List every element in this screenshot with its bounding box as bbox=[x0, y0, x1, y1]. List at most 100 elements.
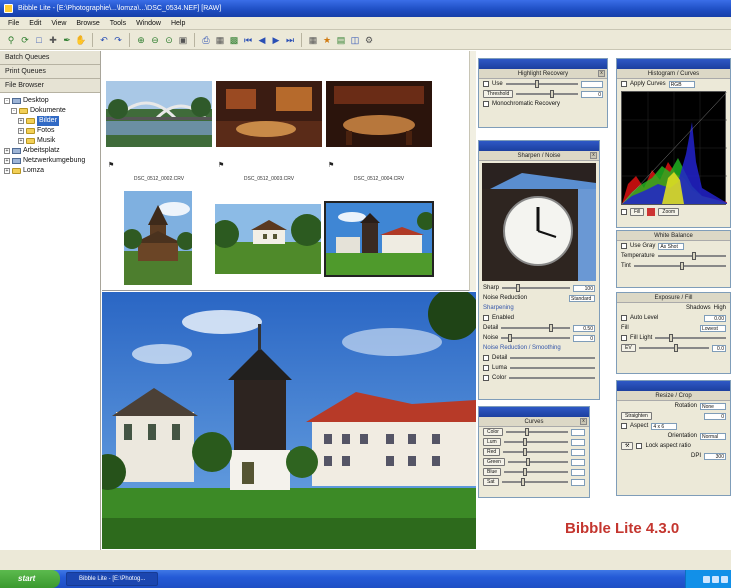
expander[interactable]: + bbox=[4, 158, 10, 164]
taskbar-item-bibble[interactable]: Bibble Lite - [E:\Photog... bbox=[66, 572, 158, 586]
menu-help[interactable]: Help bbox=[171, 20, 185, 27]
zoom-in-icon[interactable]: ⊕ bbox=[135, 34, 147, 46]
histogram-chart[interactable] bbox=[621, 91, 728, 205]
main-image-view[interactable] bbox=[102, 292, 476, 549]
preview-image[interactable] bbox=[482, 163, 596, 281]
nr-luma-slider[interactable] bbox=[510, 367, 595, 369]
nr-detail-slider[interactable] bbox=[510, 357, 595, 359]
slider-knob[interactable] bbox=[525, 458, 530, 466]
batch-icon[interactable]: ▦ bbox=[214, 34, 226, 46]
close-icon[interactable]: x bbox=[598, 70, 605, 77]
thumbnail-selected[interactable] bbox=[324, 201, 434, 277]
menu-edit[interactable]: Edit bbox=[29, 20, 41, 27]
auto-level-field[interactable]: 0.00 bbox=[704, 314, 726, 322]
view-icon[interactable]: ▤ bbox=[335, 34, 347, 46]
menu-tools[interactable]: Tools bbox=[110, 20, 126, 27]
thumbnail-manor-house[interactable] bbox=[215, 204, 321, 274]
histogram-mode-select[interactable]: RGB bbox=[668, 80, 695, 88]
ev-field[interactable]: 0.0 bbox=[712, 344, 726, 352]
slider-knob[interactable] bbox=[523, 438, 527, 446]
tab-print-queues[interactable]: Print Queues bbox=[0, 65, 100, 79]
hr-use-checkbox[interactable] bbox=[483, 81, 489, 87]
panel-drag-bar[interactable] bbox=[617, 59, 730, 69]
nr-color-slider[interactable] bbox=[509, 377, 595, 379]
red-channel-icon[interactable] bbox=[647, 208, 656, 216]
wb-tint-slider[interactable] bbox=[633, 262, 726, 270]
tree-item-music[interactable]: + Musik bbox=[4, 136, 96, 146]
panel-drag-bar[interactable] bbox=[479, 59, 607, 69]
rotate-icon[interactable]: ⟳ bbox=[19, 34, 31, 46]
curves-channel-button[interactable]: Sat bbox=[483, 478, 499, 486]
curves-slider[interactable] bbox=[503, 448, 568, 456]
zoom-button[interactable]: Zoom bbox=[658, 208, 680, 216]
eyedropper-icon[interactable]: ✒ bbox=[61, 34, 73, 46]
fill-light-checkbox[interactable] bbox=[621, 335, 627, 341]
tray-icon[interactable] bbox=[712, 575, 719, 583]
tree-item-pictures[interactable]: + Bilder bbox=[4, 116, 96, 126]
curves-slider[interactable] bbox=[505, 428, 568, 436]
zoom-fit-icon[interactable]: ⊙ bbox=[163, 34, 175, 46]
panel-drag-bar[interactable] bbox=[479, 407, 589, 417]
expander[interactable]: + bbox=[4, 168, 10, 174]
curves-field[interactable] bbox=[571, 468, 585, 476]
aspect-select[interactable]: 4 x 6 bbox=[651, 422, 678, 430]
grid-icon[interactable]: ▦ bbox=[307, 34, 319, 46]
tree-item-documents[interactable]: - Dokumente bbox=[4, 106, 96, 116]
prev-icon[interactable]: ◀ bbox=[256, 34, 268, 46]
settings-icon[interactable]: ⚙ bbox=[363, 34, 375, 46]
curves-channel-button[interactable]: Red bbox=[483, 448, 501, 456]
slider-knob[interactable] bbox=[669, 334, 674, 342]
save-icon[interactable]: ▩ bbox=[228, 34, 240, 46]
slider-knob[interactable] bbox=[515, 284, 520, 292]
curves-slider[interactable] bbox=[504, 468, 568, 476]
tab-file-browser[interactable]: File Browser bbox=[0, 79, 100, 93]
curves-field[interactable] bbox=[571, 458, 585, 466]
curves-field[interactable] bbox=[571, 478, 585, 486]
nr-mode-select[interactable]: Standard bbox=[569, 294, 595, 302]
curves-channel-button[interactable]: Lum bbox=[483, 438, 501, 446]
last-icon[interactable]: ⏭ bbox=[284, 34, 296, 46]
nr-detail-checkbox[interactable] bbox=[483, 355, 489, 361]
hr-threshold-button[interactable]: Threshold bbox=[483, 90, 514, 98]
detail-slider[interactable] bbox=[501, 324, 570, 332]
wb-temp-slider[interactable] bbox=[657, 252, 726, 260]
ev-button[interactable]: EV bbox=[621, 344, 636, 352]
crop-icon[interactable]: □ bbox=[33, 34, 45, 46]
select-icon[interactable]: ✚ bbox=[47, 34, 59, 46]
start-button[interactable]: start bbox=[0, 570, 60, 588]
thumbnail-interior-2[interactable] bbox=[326, 81, 432, 147]
slider-knob[interactable] bbox=[524, 428, 529, 436]
straighten-field[interactable]: 0 bbox=[704, 412, 726, 420]
dpi-field[interactable]: 300 bbox=[704, 452, 726, 460]
tree-item-my-computer[interactable]: + Arbeitsplatz bbox=[4, 146, 96, 156]
thumbnail-scrollbar[interactable] bbox=[469, 51, 476, 291]
flag-icon[interactable]: ⚑ bbox=[328, 161, 334, 169]
undo-icon[interactable]: ↶ bbox=[98, 34, 110, 46]
sharp-slider[interactable] bbox=[502, 284, 570, 292]
slider-knob[interactable] bbox=[534, 80, 539, 88]
curves-slider[interactable] bbox=[507, 458, 568, 466]
wb-preset-select[interactable]: As Shot bbox=[658, 242, 685, 250]
hr-threshold-field[interactable]: 0 bbox=[581, 90, 603, 98]
curves-channel-button[interactable]: Color bbox=[483, 428, 503, 436]
hr-mono-checkbox[interactable] bbox=[483, 101, 489, 107]
noise-field[interactable]: 0 bbox=[573, 334, 595, 342]
ev-slider[interactable] bbox=[638, 344, 709, 352]
slider-knob[interactable] bbox=[679, 262, 684, 270]
panel-drag-bar[interactable] bbox=[479, 141, 599, 151]
enabled-checkbox[interactable] bbox=[483, 315, 489, 321]
expander[interactable]: + bbox=[18, 128, 24, 134]
slider-knob[interactable] bbox=[549, 324, 554, 332]
hand-icon[interactable]: ✋ bbox=[75, 34, 87, 46]
tree-item-lomza[interactable]: + Lomza bbox=[4, 166, 96, 176]
flag-icon[interactable]: ⚑ bbox=[218, 161, 224, 169]
orientation-select[interactable]: Normal bbox=[700, 432, 726, 440]
flag-icon[interactable]: ⚑ bbox=[108, 161, 114, 169]
tray-icon[interactable] bbox=[721, 575, 728, 583]
close-icon[interactable]: x bbox=[580, 418, 587, 425]
menu-window[interactable]: Window bbox=[136, 20, 161, 27]
curves-slider[interactable] bbox=[501, 478, 568, 486]
first-icon[interactable]: ⏮ bbox=[242, 34, 254, 46]
fill-light-slider[interactable] bbox=[655, 334, 726, 342]
curves-field[interactable] bbox=[571, 438, 585, 446]
